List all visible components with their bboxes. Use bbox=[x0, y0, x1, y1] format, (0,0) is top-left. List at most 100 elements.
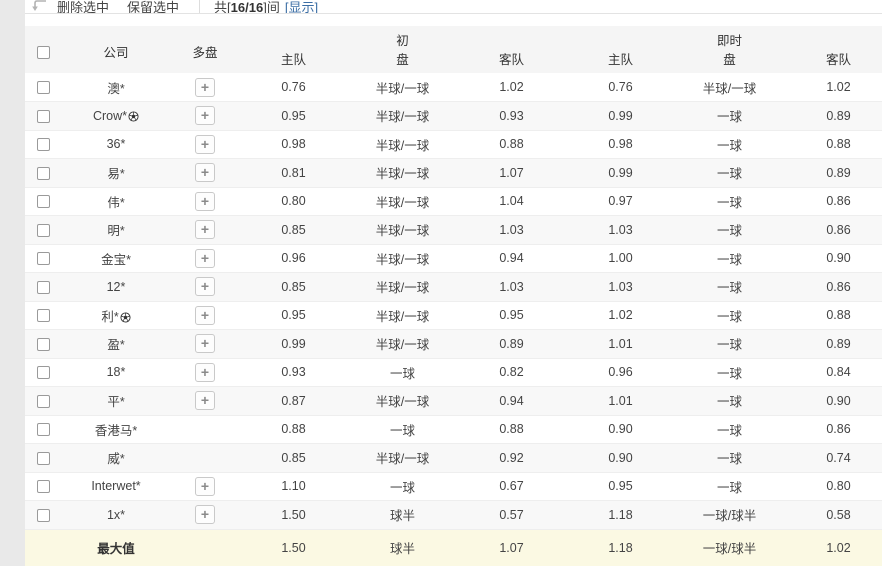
keep-selected-button[interactable]: 保留选中 bbox=[125, 0, 181, 14]
company-name: 平* bbox=[107, 395, 124, 409]
expand-plus-button[interactable]: + bbox=[195, 363, 215, 382]
initial-home-odds: 1.10 bbox=[239, 472, 348, 501]
live-home-odds: 1.18 bbox=[566, 501, 675, 530]
group-header-initial: 初 bbox=[239, 26, 566, 49]
row-checkbox[interactable] bbox=[37, 338, 50, 351]
expand-plus-button[interactable]: + bbox=[195, 391, 215, 410]
column-header-company: 公司 bbox=[61, 26, 171, 73]
row-checkbox[interactable] bbox=[37, 452, 50, 465]
live-away-odds: 0.89 bbox=[784, 102, 882, 131]
column-header-live-handicap: 盘 bbox=[675, 49, 784, 73]
company-name: 1x* bbox=[107, 508, 125, 522]
show-link[interactable]: [显示] bbox=[285, 0, 318, 14]
expand-plus-button[interactable]: + bbox=[195, 106, 215, 125]
row-checkbox[interactable] bbox=[37, 423, 50, 436]
expand-plus-button[interactable]: + bbox=[195, 78, 215, 97]
column-header-multi: 多盘 bbox=[171, 26, 239, 73]
expand-plus-button[interactable]: + bbox=[195, 306, 215, 325]
delete-selected-button[interactable]: 删除选中 bbox=[55, 0, 111, 14]
live-handicap: 一球 bbox=[675, 216, 784, 245]
bookmaker-row: 利* + 0.95 半球/一球 0.95 1.02 一球 0.88 bbox=[25, 301, 882, 330]
odds-table-header: 公司 多盘 初 即时 主队 盘 客队 主队 盘 客队 bbox=[25, 26, 882, 73]
column-header-initial-away: 客队 bbox=[457, 49, 566, 73]
company-name: 盈* bbox=[107, 338, 124, 352]
return-arrow-icon bbox=[29, 0, 49, 14]
company-name: 利* bbox=[101, 310, 118, 324]
live-handicap: 一球 bbox=[675, 273, 784, 302]
main-panel: 删除选中 保留选中 共[16/16]间 [显示] 公司 多盘 初 即时 主队 盘 bbox=[25, 0, 882, 561]
expand-plus-button[interactable]: + bbox=[195, 135, 215, 154]
initial-handicap: 一球 bbox=[348, 415, 457, 444]
live-home-odds: 0.96 bbox=[566, 358, 675, 387]
live-away-odds: 0.58 bbox=[784, 501, 882, 530]
expand-plus-button[interactable]: + bbox=[195, 192, 215, 211]
company-name: 澳* bbox=[107, 82, 124, 96]
row-checkbox[interactable] bbox=[37, 167, 50, 180]
row-checkbox[interactable] bbox=[37, 138, 50, 151]
live-handicap: 一球 bbox=[675, 187, 784, 216]
max-live-away: 1.02 bbox=[784, 529, 882, 566]
initial-away-odds: 0.88 bbox=[457, 415, 566, 444]
initial-handicap: 半球/一球 bbox=[348, 244, 457, 273]
initial-handicap: 一球 bbox=[348, 472, 457, 501]
live-handicap: 一球 bbox=[675, 244, 784, 273]
live-handicap: 一球 bbox=[675, 444, 784, 473]
initial-home-odds: 0.85 bbox=[239, 216, 348, 245]
column-header-initial-handicap: 盘 bbox=[348, 49, 457, 73]
initial-handicap: 球半 bbox=[348, 501, 457, 530]
row-checkbox[interactable] bbox=[37, 309, 50, 322]
expand-plus-button[interactable]: + bbox=[195, 249, 215, 268]
summary-suffix: ]间 bbox=[263, 0, 280, 14]
live-handicap: 一球 bbox=[675, 472, 784, 501]
initial-handicap: 半球/一球 bbox=[348, 102, 457, 131]
live-handicap: 一球 bbox=[675, 102, 784, 131]
live-handicap: 一球 bbox=[675, 387, 784, 416]
live-away-odds: 0.80 bbox=[784, 472, 882, 501]
select-all-checkbox[interactable] bbox=[37, 46, 50, 59]
live-home-odds: 1.00 bbox=[566, 244, 675, 273]
initial-home-odds: 0.88 bbox=[239, 415, 348, 444]
live-home-odds: 1.03 bbox=[566, 273, 675, 302]
bookmaker-row: Interwet* + 1.10 一球 0.67 0.95 一球 0.80 bbox=[25, 472, 882, 501]
live-away-odds: 0.84 bbox=[784, 358, 882, 387]
row-checkbox[interactable] bbox=[37, 224, 50, 237]
expand-plus-button[interactable]: + bbox=[195, 505, 215, 524]
initial-home-odds: 0.81 bbox=[239, 159, 348, 188]
company-name: Crow* bbox=[93, 109, 127, 123]
company-name: 金宝* bbox=[101, 253, 131, 267]
row-checkbox[interactable] bbox=[37, 252, 50, 265]
initial-handicap: 半球/一球 bbox=[348, 301, 457, 330]
live-away-odds: 0.86 bbox=[784, 216, 882, 245]
row-checkbox[interactable] bbox=[37, 509, 50, 522]
expand-plus-button[interactable]: + bbox=[195, 163, 215, 182]
initial-away-odds: 1.03 bbox=[457, 216, 566, 245]
row-checkbox[interactable] bbox=[37, 195, 50, 208]
company-name: 易* bbox=[107, 167, 124, 181]
initial-home-odds: 0.85 bbox=[239, 444, 348, 473]
initial-home-odds: 0.87 bbox=[239, 387, 348, 416]
initial-handicap: 一球 bbox=[348, 358, 457, 387]
row-checkbox[interactable] bbox=[37, 110, 50, 123]
initial-handicap: 半球/一球 bbox=[348, 130, 457, 159]
bookmaker-row: 明* + 0.85 半球/一球 1.03 1.03 一球 0.86 bbox=[25, 216, 882, 245]
live-handicap: 一球 bbox=[675, 159, 784, 188]
row-checkbox[interactable] bbox=[37, 480, 50, 493]
toolbar: 删除选中 保留选中 共[16/16]间 [显示] bbox=[25, 0, 882, 14]
row-checkbox[interactable] bbox=[37, 395, 50, 408]
soccer-ball-icon bbox=[120, 312, 131, 323]
initial-home-odds: 0.95 bbox=[239, 102, 348, 131]
initial-handicap: 半球/一球 bbox=[348, 73, 457, 102]
initial-home-odds: 0.99 bbox=[239, 330, 348, 359]
live-handicap: 一球 bbox=[675, 130, 784, 159]
column-header-initial-home: 主队 bbox=[239, 49, 348, 73]
bookmaker-row: 36* + 0.98 半球/一球 0.88 0.98 一球 0.88 bbox=[25, 130, 882, 159]
row-checkbox[interactable] bbox=[37, 81, 50, 94]
row-checkbox[interactable] bbox=[37, 281, 50, 294]
bookmaker-row: 澳* + 0.76 半球/一球 1.02 0.76 半球/一球 1.02 bbox=[25, 73, 882, 102]
expand-plus-button[interactable]: + bbox=[195, 334, 215, 353]
expand-plus-button[interactable]: + bbox=[195, 477, 215, 496]
expand-plus-button[interactable]: + bbox=[195, 220, 215, 239]
expand-plus-button[interactable]: + bbox=[195, 277, 215, 296]
row-checkbox[interactable] bbox=[37, 366, 50, 379]
live-away-odds: 0.86 bbox=[784, 273, 882, 302]
